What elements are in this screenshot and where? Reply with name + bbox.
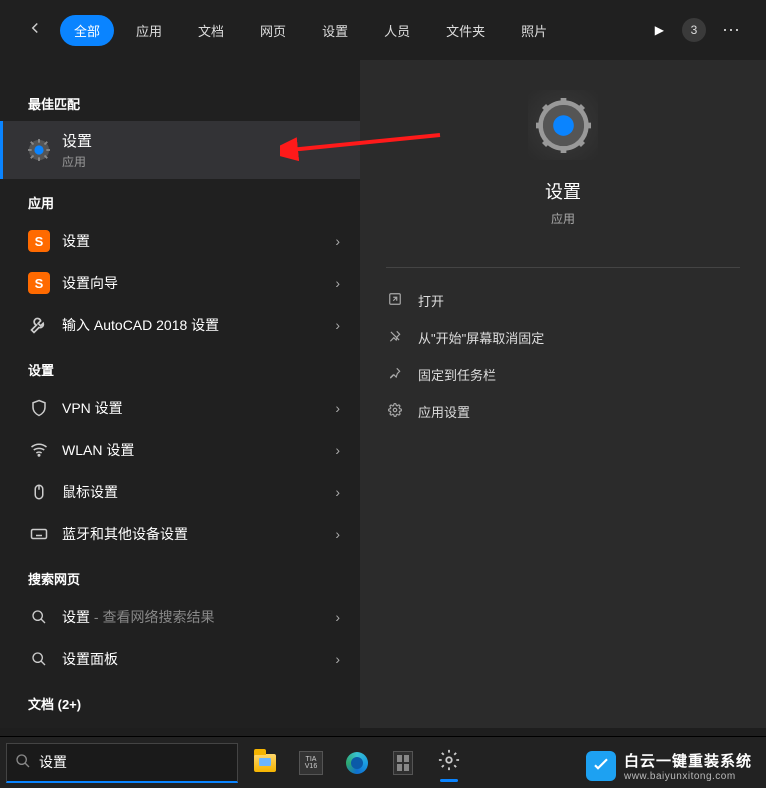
tab-apps[interactable]: 应用: [122, 15, 176, 46]
pin-icon: [386, 366, 404, 383]
sogou-icon: S: [28, 272, 50, 294]
settings-item-label: 蓝牙和其他设备设置: [62, 524, 323, 544]
play-icon[interactable]: ▶: [645, 17, 674, 43]
settings-item-bluetooth[interactable]: 蓝牙和其他设备设置 ›: [0, 513, 360, 555]
tab-settings[interactable]: 设置: [308, 15, 362, 46]
app-item-sogou-wizard[interactable]: S 设置向导 ›: [0, 262, 360, 304]
folder-icon: [254, 754, 276, 772]
wrench-icon: [28, 314, 50, 336]
search-icon: [28, 648, 50, 670]
watermark-icon: [586, 751, 616, 781]
taskbar-search[interactable]: [6, 743, 238, 783]
web-item-label: 设置 - 查看网络搜索结果: [62, 607, 323, 627]
action-label: 打开: [418, 291, 444, 310]
settings-item-label: WLAN 设置: [62, 440, 323, 460]
result-count-badge: 3: [682, 18, 706, 42]
divider: [386, 267, 740, 268]
chevron-right-icon: ›: [335, 233, 340, 249]
tab-people[interactable]: 人员: [370, 15, 424, 46]
gear-icon: [438, 749, 460, 776]
search-filter-bar: 全部 应用 文档 网页 设置 人员 文件夹 照片 ▶ 3 ⋯: [0, 0, 766, 60]
docs-header[interactable]: 文档 (2+): [0, 686, 360, 721]
web-item-settings[interactable]: 设置 - 查看网络搜索结果 ›: [0, 596, 360, 638]
chevron-right-icon: ›: [335, 609, 340, 625]
preview-subtitle: 应用: [551, 210, 575, 227]
settings-item-wlan[interactable]: WLAN 设置 ›: [0, 429, 360, 471]
gear-icon: [28, 139, 50, 161]
taskbar-explorer[interactable]: [244, 743, 286, 783]
web-header: 搜索网页: [0, 561, 360, 596]
taskbar-calculator[interactable]: [382, 743, 424, 783]
action-open[interactable]: 打开: [380, 282, 746, 319]
search-results-panel: 最佳匹配 设置 应用 应用 S 设置 › S 设置向导 › 输入 AutoCAD: [0, 60, 766, 728]
web-item-settings-panel[interactable]: 设置面板 ›: [0, 638, 360, 680]
settings-item-label: 鼠标设置: [62, 482, 323, 502]
tab-web[interactable]: 网页: [246, 15, 300, 46]
preview-pane: 设置 应用 打开 从"开始"屏幕取消固定 固定到任务栏 应用设置: [360, 60, 766, 728]
mouse-icon: [28, 481, 50, 503]
web-item-label: 设置面板: [62, 649, 323, 669]
preview-title: 设置: [545, 178, 581, 204]
app-item-label: 设置: [62, 231, 323, 251]
tia-icon: TIAV16: [299, 751, 323, 775]
action-unpin-start[interactable]: 从"开始"屏幕取消固定: [380, 319, 746, 356]
action-label: 固定到任务栏: [418, 365, 496, 384]
search-icon: [15, 753, 31, 772]
taskbar-apps: TIAV16: [244, 743, 470, 783]
tab-all[interactable]: 全部: [60, 15, 114, 46]
best-match-title: 设置: [62, 130, 92, 151]
action-pin-taskbar[interactable]: 固定到任务栏: [380, 356, 746, 393]
more-button[interactable]: ⋯: [714, 20, 748, 41]
settings-item-mouse[interactable]: 鼠标设置 ›: [0, 471, 360, 513]
best-match-item-settings[interactable]: 设置 应用: [0, 121, 360, 179]
taskbar-edge[interactable]: [336, 743, 378, 783]
tab-folders[interactable]: 文件夹: [432, 15, 499, 46]
calculator-icon: [393, 751, 413, 775]
wifi-icon: [28, 439, 50, 461]
taskbar-tia[interactable]: TIAV16: [290, 743, 332, 783]
shield-icon: [28, 397, 50, 419]
app-item-label: 设置向导: [62, 273, 323, 293]
chevron-right-icon: ›: [335, 484, 340, 500]
search-icon: [28, 606, 50, 628]
settings-item-vpn[interactable]: VPN 设置 ›: [0, 387, 360, 429]
watermark-url: www.baiyunxitong.com: [624, 771, 752, 782]
back-button[interactable]: [18, 13, 52, 48]
chevron-right-icon: ›: [335, 400, 340, 416]
app-item-label: 输入 AutoCAD 2018 设置: [62, 315, 323, 335]
taskbar: TIAV16 白云一键重装系统 www.baiyunxitong.com: [0, 736, 766, 788]
chevron-right-icon: ›: [335, 317, 340, 333]
best-match-header: 最佳匹配: [0, 86, 360, 121]
watermark: 白云一键重装系统 www.baiyunxitong.com: [586, 750, 752, 782]
action-label: 从"开始"屏幕取消固定: [418, 328, 544, 347]
open-icon: [386, 292, 404, 309]
app-item-autocad-settings[interactable]: 输入 AutoCAD 2018 设置 ›: [0, 304, 360, 346]
chevron-right-icon: ›: [335, 275, 340, 291]
edge-icon: [346, 752, 368, 774]
chevron-right-icon: ›: [335, 651, 340, 667]
settings-header: 设置: [0, 352, 360, 387]
apps-header: 应用: [0, 185, 360, 220]
action-label: 应用设置: [418, 402, 470, 421]
taskbar-search-input[interactable]: [39, 754, 229, 770]
chevron-right-icon: ›: [335, 442, 340, 458]
unpin-icon: [386, 329, 404, 346]
watermark-title: 白云一键重装系统: [624, 750, 752, 771]
settings-item-label: VPN 设置: [62, 398, 323, 418]
taskbar-settings[interactable]: [428, 743, 470, 783]
keyboard-icon: [28, 523, 50, 545]
action-app-settings[interactable]: 应用设置: [380, 393, 746, 430]
results-list: 最佳匹配 设置 应用 应用 S 设置 › S 设置向导 › 输入 AutoCAD: [0, 60, 360, 728]
sogou-icon: S: [28, 230, 50, 252]
app-item-sogou-settings[interactable]: S 设置 ›: [0, 220, 360, 262]
tab-documents[interactable]: 文档: [184, 15, 238, 46]
best-match-subtitle: 应用: [62, 153, 92, 170]
chevron-right-icon: ›: [335, 526, 340, 542]
preview-gear-icon: [528, 90, 598, 160]
tab-photos[interactable]: 照片: [507, 15, 561, 46]
gear-icon: [386, 403, 404, 420]
